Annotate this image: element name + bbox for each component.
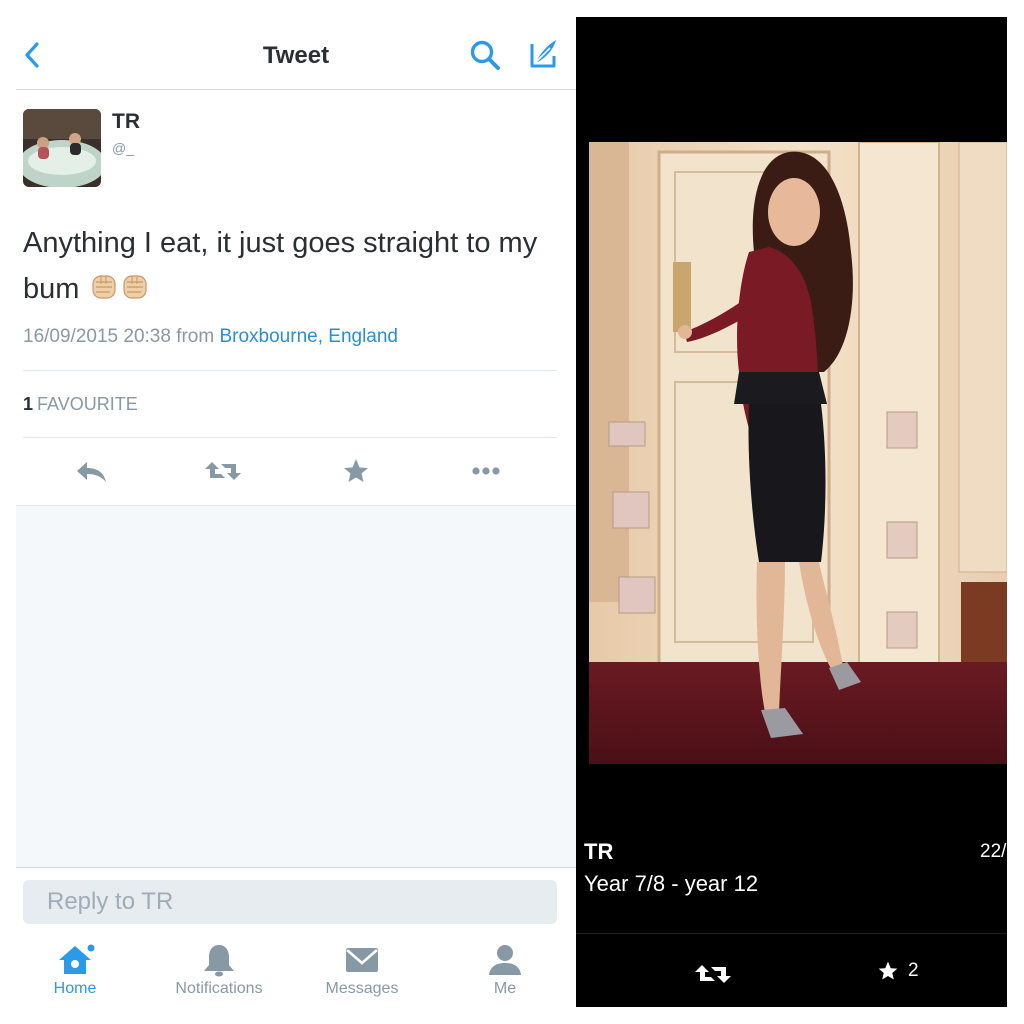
star-icon xyxy=(878,961,898,980)
envelope-icon xyxy=(346,948,378,972)
home-icon xyxy=(59,944,95,974)
tab-notifications[interactable]: Notifications xyxy=(154,942,284,1006)
divider xyxy=(23,437,557,438)
tab-messages-label: Messages xyxy=(325,980,399,997)
photo-image xyxy=(589,142,1007,764)
fist-emoji-icon xyxy=(92,275,117,299)
tab-messages[interactable]: Messages xyxy=(297,942,427,1006)
empty-content-area xyxy=(16,505,576,885)
more-icon[interactable] xyxy=(468,458,504,484)
overlay-favourite-count: 2 xyxy=(908,960,919,981)
tweet-timestamp: 16/09/2015 20:38 xyxy=(23,326,171,347)
overlay-favourite-button[interactable]: 2 xyxy=(874,957,919,985)
favourite-label: FAVOURITE xyxy=(37,394,138,414)
tab-home-label: Home xyxy=(53,980,97,997)
overlay-author-name[interactable]: TR xyxy=(584,839,613,865)
overlay-tweet-text: Year 7/8 - year 12 xyxy=(584,871,759,896)
tweet-location-link[interactable]: Broxbourne, England xyxy=(219,326,398,347)
author-avatar[interactable] xyxy=(23,109,101,187)
tweet-body: Anything I eat, it just goes straight to… xyxy=(23,220,563,312)
retweet-icon[interactable] xyxy=(694,961,732,987)
favourite-count-row[interactable]: 1 FAVOURITE xyxy=(23,394,138,415)
navigation-bar: Tweet xyxy=(16,18,576,90)
reply-input[interactable] xyxy=(23,880,557,924)
person-icon xyxy=(489,945,521,975)
divider xyxy=(576,933,1007,934)
overlay-timestamp: 22/ xyxy=(980,841,1007,862)
reply-icon[interactable] xyxy=(74,458,110,484)
author-name[interactable]: TR xyxy=(112,110,140,134)
tab-me[interactable]: Me xyxy=(440,942,570,1006)
tab-me-label: Me xyxy=(493,980,517,997)
from-label: from xyxy=(176,326,215,347)
tweet-meta: 16/09/2015 20:38 from Broxbourne, Englan… xyxy=(23,326,398,348)
search-icon[interactable] xyxy=(468,38,504,74)
compose-icon[interactable] xyxy=(526,36,562,72)
tab-home[interactable]: Home xyxy=(10,942,140,1006)
tweet-photo[interactable] xyxy=(589,142,1007,764)
bell-icon xyxy=(204,945,234,977)
tab-notifications-label: Notifications xyxy=(175,980,263,997)
fist-emoji-icon xyxy=(123,275,148,299)
photo-viewer-screen: TR Year 7/8 - year 12 22/ 2 xyxy=(576,17,1007,1007)
divider xyxy=(23,370,557,371)
retweet-icon[interactable] xyxy=(204,458,242,484)
favourite-count: 1 xyxy=(23,394,34,414)
star-icon[interactable] xyxy=(338,458,374,484)
author-handle[interactable]: @_ xyxy=(112,140,134,156)
tweet-detail-screen: Tweet TR @_ Anything I eat, it just goes… xyxy=(16,18,576,1008)
